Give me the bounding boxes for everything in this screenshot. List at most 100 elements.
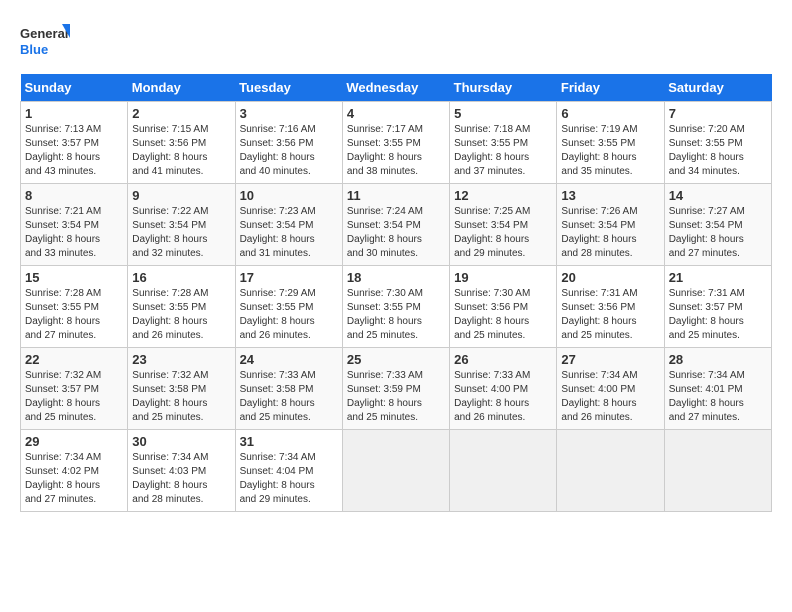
day-number: 25 bbox=[347, 352, 445, 367]
weekday-sunday: Sunday bbox=[21, 74, 128, 102]
weekday-thursday: Thursday bbox=[450, 74, 557, 102]
day-number: 20 bbox=[561, 270, 659, 285]
day-info: Sunrise: 7:34 AMSunset: 4:01 PMDaylight:… bbox=[669, 369, 767, 425]
day-number: 3 bbox=[240, 106, 338, 121]
day-info: Sunrise: 7:30 AMSunset: 3:56 PMDaylight:… bbox=[454, 287, 552, 343]
day-number: 29 bbox=[25, 434, 123, 449]
empty-cell bbox=[342, 430, 449, 512]
empty-cell bbox=[450, 430, 557, 512]
day-cell-17: 17 Sunrise: 7:29 AMSunset: 3:55 PMDayligh… bbox=[235, 266, 342, 348]
calendar-table: SundayMondayTuesdayWednesdayThursdayFrid… bbox=[20, 74, 772, 512]
day-info: Sunrise: 7:27 AMSunset: 3:54 PMDaylight:… bbox=[669, 205, 767, 261]
day-number: 24 bbox=[240, 352, 338, 367]
svg-text:General: General bbox=[20, 26, 68, 41]
day-info: Sunrise: 7:25 AMSunset: 3:54 PMDaylight:… bbox=[454, 205, 552, 261]
day-cell-18: 18 Sunrise: 7:30 AMSunset: 3:55 PMDayligh… bbox=[342, 266, 449, 348]
day-cell-30: 30 Sunrise: 7:34 AMSunset: 4:03 PMDayligh… bbox=[128, 430, 235, 512]
weekday-header-row: SundayMondayTuesdayWednesdayThursdayFrid… bbox=[21, 74, 772, 102]
day-cell-19: 19 Sunrise: 7:30 AMSunset: 3:56 PMDayligh… bbox=[450, 266, 557, 348]
logo-svg: General Blue bbox=[20, 20, 70, 64]
day-cell-25: 25 Sunrise: 7:33 AMSunset: 3:59 PMDayligh… bbox=[342, 348, 449, 430]
day-number: 19 bbox=[454, 270, 552, 285]
day-info: Sunrise: 7:13 AMSunset: 3:57 PMDaylight:… bbox=[25, 123, 123, 179]
day-number: 23 bbox=[132, 352, 230, 367]
empty-cell bbox=[557, 430, 664, 512]
day-cell-5: 5Sunrise: 7:18 AMSunset: 3:55 PMDaylight… bbox=[450, 102, 557, 184]
weekday-monday: Monday bbox=[128, 74, 235, 102]
day-cell-2: 2 Sunrise: 7:15 AMSunset: 3:56 PMDaylight… bbox=[128, 102, 235, 184]
day-info: Sunrise: 7:33 AMSunset: 3:59 PMDaylight:… bbox=[347, 369, 445, 425]
day-info: Sunrise: 7:19 AMSunset: 3:55 PMDaylight:… bbox=[561, 123, 659, 179]
day-info: Sunrise: 7:16 AMSunset: 3:56 PMDaylight:… bbox=[240, 123, 338, 179]
day-info: Sunrise: 7:33 AMSunset: 4:00 PMDaylight:… bbox=[454, 369, 552, 425]
weekday-saturday: Saturday bbox=[664, 74, 771, 102]
day-cell-29: 29Sunrise: 7:34 AMSunset: 4:02 PMDayligh… bbox=[21, 430, 128, 512]
day-info: Sunrise: 7:34 AMSunset: 4:03 PMDaylight:… bbox=[132, 451, 230, 507]
day-number: 26 bbox=[454, 352, 552, 367]
day-cell-27: 27 Sunrise: 7:34 AMSunset: 4:00 PMDayligh… bbox=[557, 348, 664, 430]
day-cell-3: 3 Sunrise: 7:16 AMSunset: 3:56 PMDaylight… bbox=[235, 102, 342, 184]
day-info: Sunrise: 7:26 AMSunset: 3:54 PMDaylight:… bbox=[561, 205, 659, 261]
day-number: 1 bbox=[25, 106, 123, 121]
day-info: Sunrise: 7:17 AMSunset: 3:55 PMDaylight:… bbox=[347, 123, 445, 179]
day-cell-6: 6 Sunrise: 7:19 AMSunset: 3:55 PMDaylight… bbox=[557, 102, 664, 184]
day-info: Sunrise: 7:29 AMSunset: 3:55 PMDaylight:… bbox=[240, 287, 338, 343]
day-info: Sunrise: 7:24 AMSunset: 3:54 PMDaylight:… bbox=[347, 205, 445, 261]
day-cell-13: 13Sunrise: 7:26 AMSunset: 3:54 PMDayligh… bbox=[557, 184, 664, 266]
day-number: 30 bbox=[132, 434, 230, 449]
day-info: Sunrise: 7:30 AMSunset: 3:55 PMDaylight:… bbox=[347, 287, 445, 343]
day-info: Sunrise: 7:28 AMSunset: 3:55 PMDaylight:… bbox=[25, 287, 123, 343]
day-cell-26: 26 Sunrise: 7:33 AMSunset: 4:00 PMDayligh… bbox=[450, 348, 557, 430]
svg-text:Blue: Blue bbox=[20, 42, 48, 57]
day-cell-14: 14 Sunrise: 7:27 AMSunset: 3:54 PMDayligh… bbox=[664, 184, 771, 266]
day-cell-16: 16 Sunrise: 7:28 AMSunset: 3:55 PMDayligh… bbox=[128, 266, 235, 348]
day-cell-1: 1 Sunrise: 7:13 AMSunset: 3:57 PMDaylight… bbox=[21, 102, 128, 184]
day-info: Sunrise: 7:32 AMSunset: 3:58 PMDaylight:… bbox=[132, 369, 230, 425]
day-cell-11: 11 Sunrise: 7:24 AMSunset: 3:54 PMDayligh… bbox=[342, 184, 449, 266]
day-cell-10: 10 Sunrise: 7:23 AMSunset: 3:54 PMDayligh… bbox=[235, 184, 342, 266]
day-info: Sunrise: 7:31 AMSunset: 3:56 PMDaylight:… bbox=[561, 287, 659, 343]
day-info: Sunrise: 7:34 AMSunset: 4:04 PMDaylight:… bbox=[240, 451, 338, 507]
week-row-1: 1 Sunrise: 7:13 AMSunset: 3:57 PMDaylight… bbox=[21, 102, 772, 184]
day-cell-15: 15Sunrise: 7:28 AMSunset: 3:55 PMDayligh… bbox=[21, 266, 128, 348]
day-info: Sunrise: 7:28 AMSunset: 3:55 PMDaylight:… bbox=[132, 287, 230, 343]
day-cell-23: 23 Sunrise: 7:32 AMSunset: 3:58 PMDayligh… bbox=[128, 348, 235, 430]
day-cell-24: 24Sunrise: 7:33 AMSunset: 3:58 PMDayligh… bbox=[235, 348, 342, 430]
day-cell-21: 21Sunrise: 7:31 AMSunset: 3:57 PMDayligh… bbox=[664, 266, 771, 348]
logo: General Blue bbox=[20, 20, 70, 64]
day-info: Sunrise: 7:34 AMSunset: 4:00 PMDaylight:… bbox=[561, 369, 659, 425]
day-cell-7: 7Sunrise: 7:20 AMSunset: 3:55 PMDaylight… bbox=[664, 102, 771, 184]
day-number: 12 bbox=[454, 188, 552, 203]
day-number: 22 bbox=[25, 352, 123, 367]
day-cell-31: 31 Sunrise: 7:34 AMSunset: 4:04 PMDayligh… bbox=[235, 430, 342, 512]
header: General Blue bbox=[20, 20, 772, 64]
weekday-wednesday: Wednesday bbox=[342, 74, 449, 102]
day-info: Sunrise: 7:15 AMSunset: 3:56 PMDaylight:… bbox=[132, 123, 230, 179]
week-row-2: 8Sunrise: 7:21 AMSunset: 3:54 PMDaylight… bbox=[21, 184, 772, 266]
day-number: 6 bbox=[561, 106, 659, 121]
day-number: 17 bbox=[240, 270, 338, 285]
day-number: 2 bbox=[132, 106, 230, 121]
day-info: Sunrise: 7:31 AMSunset: 3:57 PMDaylight:… bbox=[669, 287, 767, 343]
day-number: 27 bbox=[561, 352, 659, 367]
day-number: 4 bbox=[347, 106, 445, 121]
week-row-3: 15Sunrise: 7:28 AMSunset: 3:55 PMDayligh… bbox=[21, 266, 772, 348]
day-number: 10 bbox=[240, 188, 338, 203]
day-info: Sunrise: 7:22 AMSunset: 3:54 PMDaylight:… bbox=[132, 205, 230, 261]
day-number: 11 bbox=[347, 188, 445, 203]
day-cell-20: 20 Sunrise: 7:31 AMSunset: 3:56 PMDayligh… bbox=[557, 266, 664, 348]
day-number: 8 bbox=[25, 188, 123, 203]
day-number: 28 bbox=[669, 352, 767, 367]
day-number: 31 bbox=[240, 434, 338, 449]
empty-cell bbox=[664, 430, 771, 512]
day-cell-8: 8Sunrise: 7:21 AMSunset: 3:54 PMDaylight… bbox=[21, 184, 128, 266]
week-row-4: 22 Sunrise: 7:32 AMSunset: 3:57 PMDayligh… bbox=[21, 348, 772, 430]
day-number: 18 bbox=[347, 270, 445, 285]
weekday-tuesday: Tuesday bbox=[235, 74, 342, 102]
day-number: 14 bbox=[669, 188, 767, 203]
day-info: Sunrise: 7:23 AMSunset: 3:54 PMDaylight:… bbox=[240, 205, 338, 261]
day-cell-9: 9Sunrise: 7:22 AMSunset: 3:54 PMDaylight… bbox=[128, 184, 235, 266]
day-cell-28: 28 Sunrise: 7:34 AMSunset: 4:01 PMDayligh… bbox=[664, 348, 771, 430]
day-number: 16 bbox=[132, 270, 230, 285]
day-info: Sunrise: 7:32 AMSunset: 3:57 PMDaylight:… bbox=[25, 369, 123, 425]
